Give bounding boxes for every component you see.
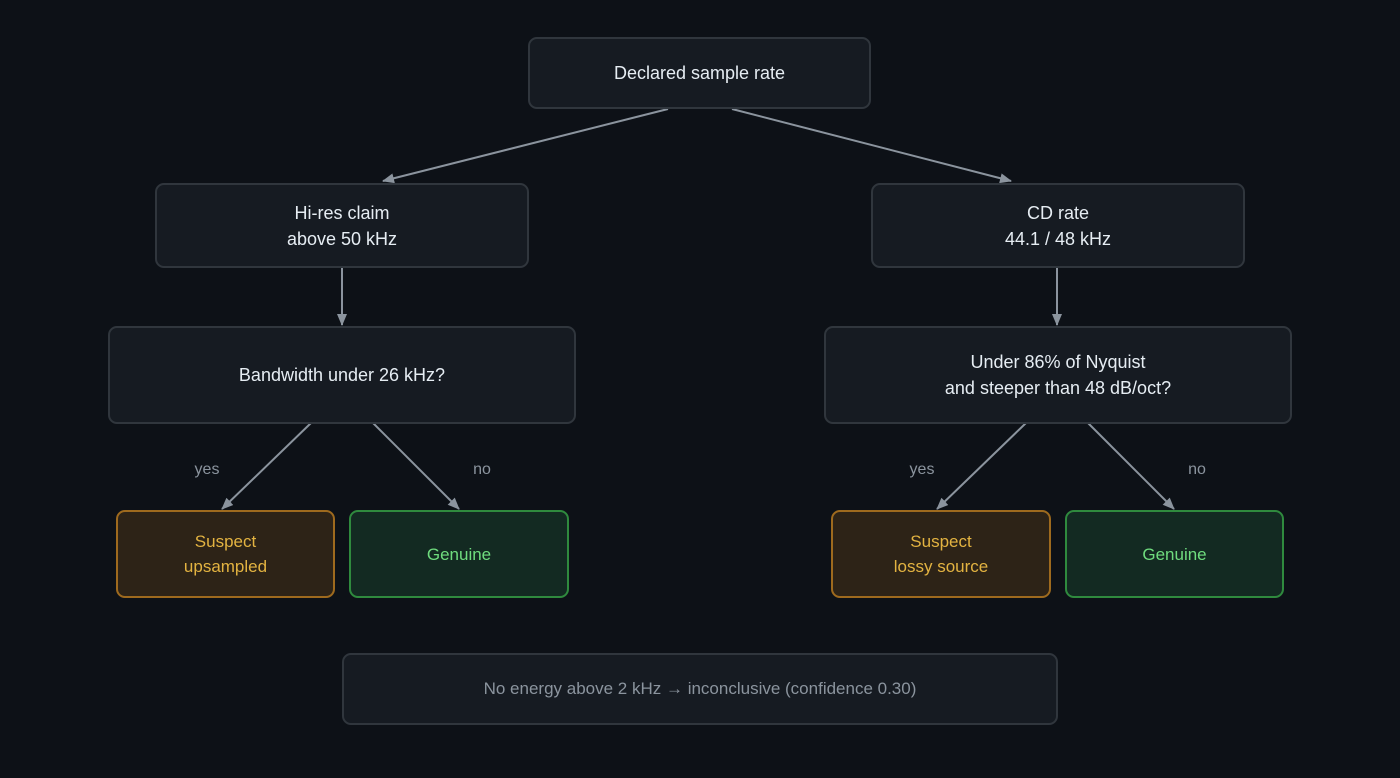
suspect-lossy-line2: lossy source [893, 557, 989, 576]
edge-label-right-yes: yes [909, 461, 935, 478]
edge-root-to-cd [731, 108, 1012, 184]
cd-node-line2: 44.1 / 48 kHz [1004, 228, 1112, 249]
edge-bandwidth-yes [221, 422, 312, 510]
edge-bandwidth-no [372, 422, 460, 510]
genuine-right-label: Genuine [1142, 544, 1207, 564]
edge-label-left-no: no [473, 461, 491, 478]
inconclusive-note-label: No energy above 2 kHz → inconclusive (co… [483, 679, 917, 698]
suspect-upsampled-line1: Suspect [194, 532, 257, 551]
hires-node-line2: above 50 kHz [286, 228, 398, 249]
edge-label-left-yes: yes [194, 461, 220, 478]
cd-node: CD rate 44.1 / 48 kHz [871, 183, 1245, 268]
genuine-left-node: Genuine [349, 510, 569, 598]
nyquist-question-line1: Under 86% of Nyquist [970, 352, 1146, 372]
suspect-upsampled-node: Suspect upsampled [116, 510, 335, 598]
bandwidth-question-label: Bandwidth under 26 kHz? [238, 365, 446, 385]
edge-nyquist-yes [936, 422, 1027, 510]
hires-node: Hi-res claim above 50 kHz [155, 183, 529, 268]
suspect-upsampled-line2: upsampled [183, 557, 268, 576]
nyquist-question-node: Under 86% of Nyquist and steeper than 48… [824, 326, 1292, 424]
suspect-lossy-line1: Suspect [910, 532, 972, 551]
hires-node-line1: Hi-res claim [294, 202, 390, 223]
bandwidth-question-node: Bandwidth under 26 kHz? [108, 326, 576, 424]
nyquist-question-line2: and steeper than 48 dB/oct? [944, 378, 1172, 398]
genuine-left-label: Genuine [426, 544, 492, 564]
suspect-lossy-node: Suspect lossy source [831, 510, 1051, 598]
genuine-right-node: Genuine [1065, 510, 1284, 598]
edge-nyquist-no [1087, 422, 1175, 510]
cd-node-line1: CD rate [1026, 202, 1089, 223]
root-node: Declared sample rate [528, 37, 871, 109]
edge-root-to-hires [382, 108, 669, 184]
edge-label-right-no: no [1188, 461, 1206, 478]
root-node-label: Declared sample rate [613, 63, 786, 83]
inconclusive-note: No energy above 2 kHz → inconclusive (co… [342, 653, 1058, 725]
